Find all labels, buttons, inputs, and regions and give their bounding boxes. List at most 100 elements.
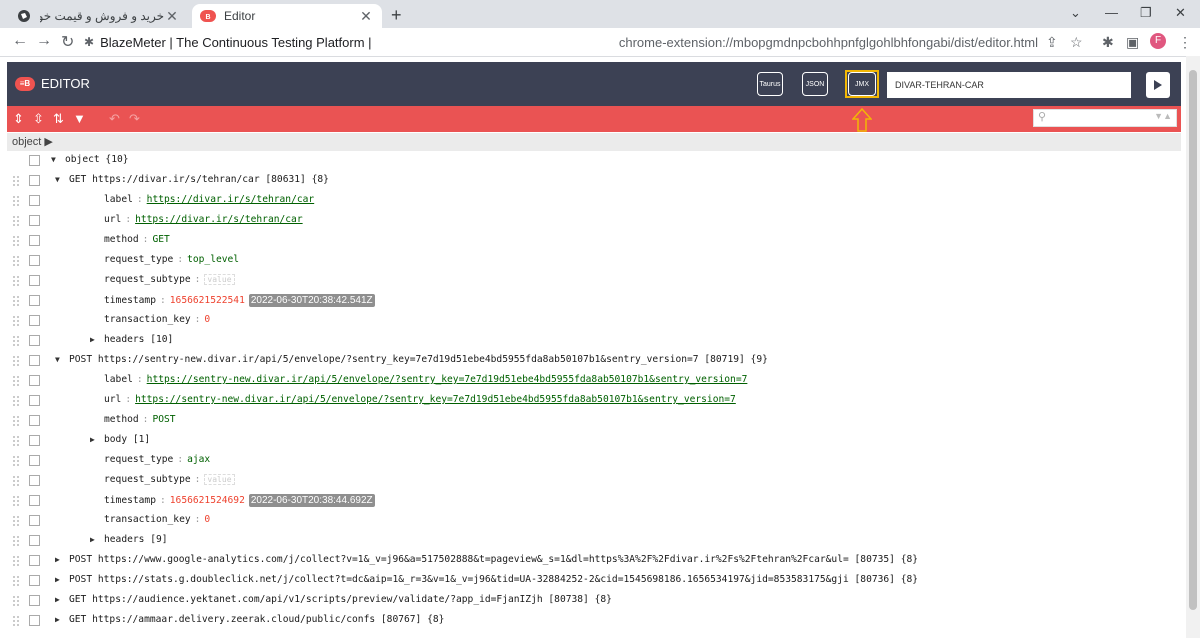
taurus-button[interactable]: Taurus [757, 72, 783, 96]
tree-row[interactable]: request_type: top_level [7, 251, 1181, 271]
row-checkbox[interactable] [29, 615, 40, 626]
row-checkbox[interactable] [29, 355, 40, 366]
field-value[interactable]: GET [152, 234, 169, 245]
tree-row[interactable]: url: https://sentry-new.divar.ir/api/5/en… [7, 391, 1181, 411]
drag-handle-icon[interactable] [13, 496, 19, 506]
collapse-all-icon[interactable]: ⇳ [33, 111, 44, 127]
drag-handle-icon[interactable] [13, 456, 19, 466]
tree-row[interactable]: ▼ GET https://divar.ir/s/tehran/car [8063… [7, 171, 1181, 191]
row-checkbox[interactable] [29, 175, 40, 186]
field-value[interactable]: top_level [187, 254, 239, 265]
row-checkbox[interactable] [29, 595, 40, 606]
window-close-icon[interactable]: ✕ [1175, 5, 1186, 21]
drag-handle-icon[interactable] [13, 516, 19, 526]
sort-icon[interactable]: ⇅ [53, 111, 64, 127]
expand-caret-icon[interactable]: ▶ [90, 335, 104, 344]
collapse-caret-icon[interactable]: ▼ [55, 355, 69, 364]
tree-row[interactable]: request_subtype: value [7, 471, 1181, 491]
tree-row[interactable]: ▶ GET https://ammaar.delivery.zeerak.clou… [7, 611, 1181, 631]
drag-handle-icon[interactable] [13, 336, 19, 346]
drag-handle-icon[interactable] [13, 396, 19, 406]
close-icon[interactable]: ✕ [358, 8, 374, 25]
bookmark-star-icon[interactable]: ☆ [1070, 34, 1083, 51]
row-checkbox[interactable] [29, 195, 40, 206]
address-bar[interactable]: ✱ BlazeMeter | The Continuous Testing Pl… [84, 30, 1094, 54]
tab-divar[interactable]: خرید و فروش و قیمت خودرو در تهرا ✕ [8, 4, 188, 28]
row-checkbox[interactable] [29, 275, 40, 286]
side-panel-icon[interactable]: ▣ [1126, 34, 1139, 51]
extensions-icon[interactable]: ✱ [1102, 34, 1114, 51]
tree-row[interactable]: ▶ POST https://www.google-analytics.com/j… [7, 551, 1181, 571]
row-checkbox[interactable] [29, 335, 40, 346]
tree-row[interactable]: ▼ POST https://sentry-new.divar.ir/api/5/… [7, 351, 1181, 371]
tree-row[interactable]: ▶ headers [9] [7, 531, 1181, 551]
row-checkbox[interactable] [29, 255, 40, 266]
drag-handle-icon[interactable] [13, 356, 19, 366]
row-checkbox[interactable] [29, 395, 40, 406]
tab-editor[interactable]: B Editor ✕ [192, 4, 382, 28]
tree-row[interactable]: ▶ POST https://stats.g.doubleclick.net/j/… [7, 571, 1181, 591]
tree-row[interactable]: request_subtype: value [7, 271, 1181, 291]
drag-handle-icon[interactable] [13, 576, 19, 586]
row-checkbox[interactable] [29, 215, 40, 226]
row-checkbox[interactable] [29, 235, 40, 246]
drag-handle-icon[interactable] [13, 376, 19, 386]
redo-icon[interactable]: ↷ [129, 111, 140, 127]
drag-handle-icon[interactable] [13, 236, 19, 246]
drag-handle-icon[interactable] [13, 196, 19, 206]
tree-row[interactable]: label: https://sentry-new.divar.ir/api/5/… [7, 371, 1181, 391]
row-checkbox[interactable] [29, 455, 40, 466]
tree-row[interactable]: ▼ object {10} [7, 151, 1181, 171]
profile-avatar[interactable]: F [1150, 33, 1166, 49]
menu-kebab-icon[interactable]: ⋮ [1178, 34, 1192, 51]
field-value[interactable]: ajax [187, 454, 210, 465]
drag-handle-icon[interactable] [13, 596, 19, 606]
drag-handle-icon[interactable] [13, 536, 19, 546]
field-value[interactable]: 1656621522541 [170, 295, 245, 306]
expand-caret-icon[interactable]: ▶ [55, 595, 69, 604]
undo-icon[interactable]: ↶ [109, 111, 120, 127]
close-icon[interactable]: ✕ [164, 8, 180, 25]
field-value[interactable]: https://sentry-new.divar.ir/api/5/envelo… [147, 374, 748, 385]
tree-row[interactable]: transaction_key:0 [7, 311, 1181, 331]
drag-handle-icon[interactable] [13, 256, 19, 266]
field-value[interactable]: 0 [204, 514, 210, 525]
expand-caret-icon[interactable]: ▶ [55, 575, 69, 584]
row-checkbox[interactable] [29, 435, 40, 446]
row-checkbox[interactable] [29, 475, 40, 486]
field-value[interactable]: value [204, 274, 235, 285]
row-checkbox[interactable] [29, 315, 40, 326]
json-button[interactable]: JSON [802, 72, 828, 96]
tree-row[interactable]: url: https://divar.ir/s/tehran/car [7, 211, 1181, 231]
drag-handle-icon[interactable] [13, 216, 19, 226]
field-value[interactable]: https://divar.ir/s/tehran/car [147, 194, 315, 205]
drag-handle-icon[interactable] [13, 556, 19, 566]
forward-icon[interactable]: → [36, 32, 52, 50]
tree-row[interactable]: ▶ headers [10] [7, 331, 1181, 351]
drag-handle-icon[interactable] [13, 476, 19, 486]
tree-row[interactable]: label: https://divar.ir/s/tehran/car [7, 191, 1181, 211]
expand-caret-icon[interactable]: ▶ [55, 615, 69, 624]
restore-icon[interactable]: ❐ [1140, 5, 1152, 21]
tree-row[interactable]: transaction_key:0 [7, 511, 1181, 531]
reload-icon[interactable]: ↻ [61, 32, 74, 52]
drag-handle-icon[interactable] [13, 316, 19, 326]
row-checkbox[interactable] [29, 555, 40, 566]
drag-handle-icon[interactable] [13, 276, 19, 286]
tree-row[interactable]: timestamp:1656621524692 2022-06-30T20:38:… [7, 491, 1181, 511]
expand-caret-icon[interactable]: ▶ [55, 555, 69, 564]
row-checkbox[interactable] [29, 295, 40, 306]
row-checkbox[interactable] [29, 535, 40, 546]
new-tab-button[interactable]: + [391, 5, 402, 26]
search-box[interactable]: ⚲ ▼▲ [1033, 109, 1177, 127]
field-value[interactable]: 1656621524692 [170, 495, 245, 506]
field-value[interactable]: POST [152, 414, 175, 425]
row-checkbox[interactable] [29, 375, 40, 386]
jmx-button[interactable]: JMX [848, 72, 876, 96]
row-checkbox[interactable] [29, 415, 40, 426]
run-button[interactable] [1146, 72, 1170, 98]
back-icon[interactable]: ← [12, 32, 28, 50]
expand-all-icon[interactable]: ⇕ [13, 111, 24, 127]
field-value[interactable]: 0 [204, 314, 210, 325]
tree-row[interactable]: method: POST [7, 411, 1181, 431]
